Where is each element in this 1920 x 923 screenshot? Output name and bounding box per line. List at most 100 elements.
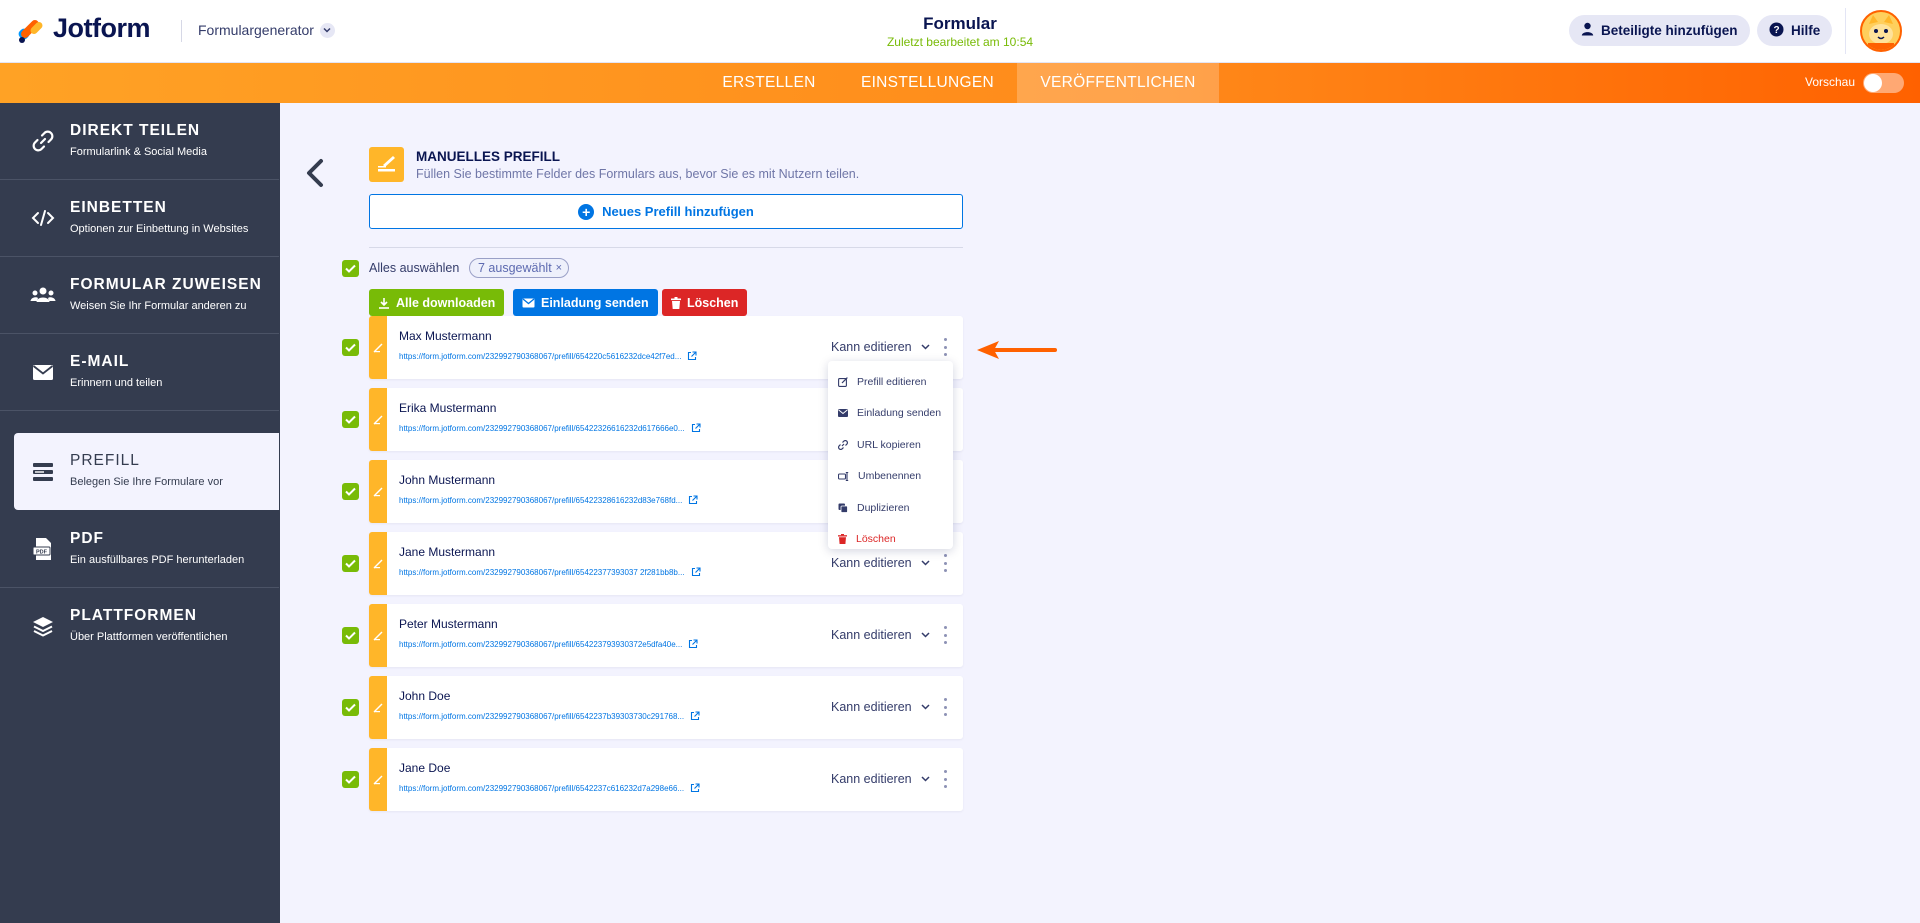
external-link-icon[interactable] [690,783,700,793]
chevron-down-icon [921,344,930,350]
menu-item-prefill-editieren[interactable]: Prefill editieren [828,366,953,398]
svg-text:?: ? [1773,25,1779,36]
download-all-label: Alle downloaden [396,295,496,310]
prefill-row[interactable]: John Doe https://form.jotform.com/2329927… [369,676,963,739]
pdf-icon: PDF [30,536,56,562]
section-subtitle: Füllen Sie bestimmte Felder des Formular… [416,167,860,181]
prefill-row[interactable]: Jane Doe https://form.jotform.com/2329927… [369,748,963,811]
prefill-row-checkbox[interactable] [342,411,359,428]
prefill-row-checkbox[interactable] [342,699,359,716]
header-divider [181,20,182,42]
prefill-url-link[interactable]: https://form.jotform.com/232992790368067… [399,639,698,649]
external-link-icon[interactable] [691,567,701,577]
prefill-url-link[interactable]: https://form.jotform.com/232992790368067… [399,711,700,721]
menu-item-duplizieren[interactable]: Duplizieren [828,492,953,524]
permission-label: Kann editieren [831,340,912,354]
check-icon [345,415,356,424]
menu-item-loeschen[interactable]: Löschen [828,524,953,556]
layers-icon [30,614,56,640]
prefill-name: Jane Mustermann [399,545,496,559]
prefill-row[interactable]: Peter Mustermann https://form.jotform.com… [369,604,963,667]
more-options-icon[interactable] [942,554,948,572]
prefill-row-checkbox[interactable] [342,555,359,572]
permission-dropdown[interactable]: Kann editieren [831,628,930,642]
tab-einstellungen[interactable]: EINSTELLUNGEN [845,63,1010,103]
select-all-checkbox[interactable] [342,260,359,277]
edit-icon [838,376,848,387]
menu-item-url-kopieren[interactable]: URL kopieren [828,429,953,461]
menu-item-umbenennen[interactable]: Umbenennen [828,461,953,493]
tab-veroeffentlichen[interactable]: VERÖFFENTLICHEN [1017,63,1219,103]
permission-dropdown[interactable]: Kann editieren [831,700,930,714]
permission-dropdown[interactable]: Kann editieren [831,556,930,570]
prefill-url-link[interactable]: https://form.jotform.com/232992790368067… [399,567,701,577]
app-switcher[interactable]: Formulargenerator [198,22,335,38]
avatar[interactable] [1860,10,1902,52]
delete-button[interactable]: Löschen [662,289,748,316]
external-link-icon[interactable] [687,351,697,361]
prefill-url-link[interactable]: https://form.jotform.com/232992790368067… [399,783,700,793]
more-options-icon[interactable] [942,338,948,356]
prefill-url-link[interactable]: https://form.jotform.com/232992790368067… [399,495,698,505]
prefill-row-checkbox[interactable] [342,627,359,644]
prefill-row-checkbox[interactable] [342,339,359,356]
tab-erstellen[interactable]: ERSTELLEN [705,63,833,103]
external-link-icon[interactable] [688,639,698,649]
help-button[interactable]: ? Hilfe [1757,15,1833,46]
sidebar-item-prefill[interactable]: PREFILL Belegen Sie Ihre Formulare vor [14,433,279,510]
users-icon [30,282,56,308]
permission-dropdown[interactable]: Kann editieren [831,340,930,354]
sidebar-item-desc: Ein ausfüllbares PDF herunterladen [70,554,245,566]
prefill-name: Peter Mustermann [399,617,498,631]
selected-count-pill[interactable]: 7 ausgewählt × [469,258,570,278]
sidebar-item-e-mail[interactable]: E-MAIL Erinnern und teilen [0,334,279,411]
menu-item-einladung-senden[interactable]: Einladung senden [828,398,953,430]
sidebar-item-einbetten[interactable]: EINBETTEN Optionen zur Einbettung in Web… [0,180,279,257]
add-prefill-button[interactable]: + Neues Prefill hinzufügen [369,194,963,229]
section-title: MANUELLES PREFILL [416,149,560,164]
sidebar-item-title: PDF [70,530,104,547]
top-header: Jotform Formulargenerator Formular Zulet… [0,0,1920,63]
prefill-row-checkbox[interactable] [342,483,359,500]
check-icon [345,631,356,640]
plus-icon: + [578,203,595,220]
prefill-url-link[interactable]: https://form.jotform.com/232992790368067… [399,423,701,433]
menu-item-label: Prefill editieren [857,375,927,388]
permission-label: Kann editieren [831,772,912,786]
preview-toggle[interactable] [1863,73,1904,93]
sidebar-item-title: PLATTFORMEN [70,607,197,624]
duplicate-icon [838,503,848,513]
link-icon [30,128,56,154]
add-participants-button[interactable]: Beteiligte hinzufügen [1569,15,1750,46]
permission-dropdown[interactable]: Kann editieren [831,772,930,786]
external-link-icon[interactable] [690,711,700,721]
external-link-icon[interactable] [691,423,701,433]
menu-item-label: Löschen [856,533,896,546]
external-link-icon[interactable] [688,495,698,505]
jotform-logo[interactable]: Jotform [16,13,151,44]
download-all-button[interactable]: Alle downloaden [369,289,505,316]
sidebar-item-plattformen[interactable]: PLATTFORMEN Über Plattformen veröffentli… [0,588,279,665]
more-options-icon[interactable] [942,626,948,644]
builder-navbar: ERSTELLEN EINSTELLUNGEN VERÖFFENTLICHEN [0,63,1920,103]
sidebar-item-pdf[interactable]: PDF PDF Ein ausfüllbares PDF herunterlad… [0,511,279,588]
sidebar-item-desc: Erinnern und teilen [70,377,163,389]
chevron-down-icon [319,22,335,38]
more-options-icon[interactable] [942,770,948,788]
brand-name: Jotform [53,13,151,43]
prefill-url: https://form.jotform.com/232992790368067… [399,495,683,505]
check-icon [345,343,356,352]
preview-label: Vorschau [1805,75,1856,89]
app-switcher-label: Formulargenerator [198,22,314,38]
prefill-section-icon [369,147,404,182]
back-button[interactable] [300,157,330,189]
sidebar-item-formular-zuweisen[interactable]: FORMULAR ZUWEISEN Weisen Sie Ihr Formula… [0,257,279,334]
sidebar-item-direkt-teilen[interactable]: DIREKT TEILEN Formularlink & Social Medi… [0,103,279,180]
prefill-url-link[interactable]: https://form.jotform.com/232992790368067… [399,351,697,361]
sidebar-item-title: E-MAIL [70,353,130,370]
prefill-row-checkbox[interactable] [342,771,359,788]
close-icon[interactable]: × [556,262,562,274]
more-options-icon[interactable] [942,698,948,716]
prefill-row-edit-icon [369,604,387,667]
send-invite-button[interactable]: Einladung senden [513,289,658,316]
